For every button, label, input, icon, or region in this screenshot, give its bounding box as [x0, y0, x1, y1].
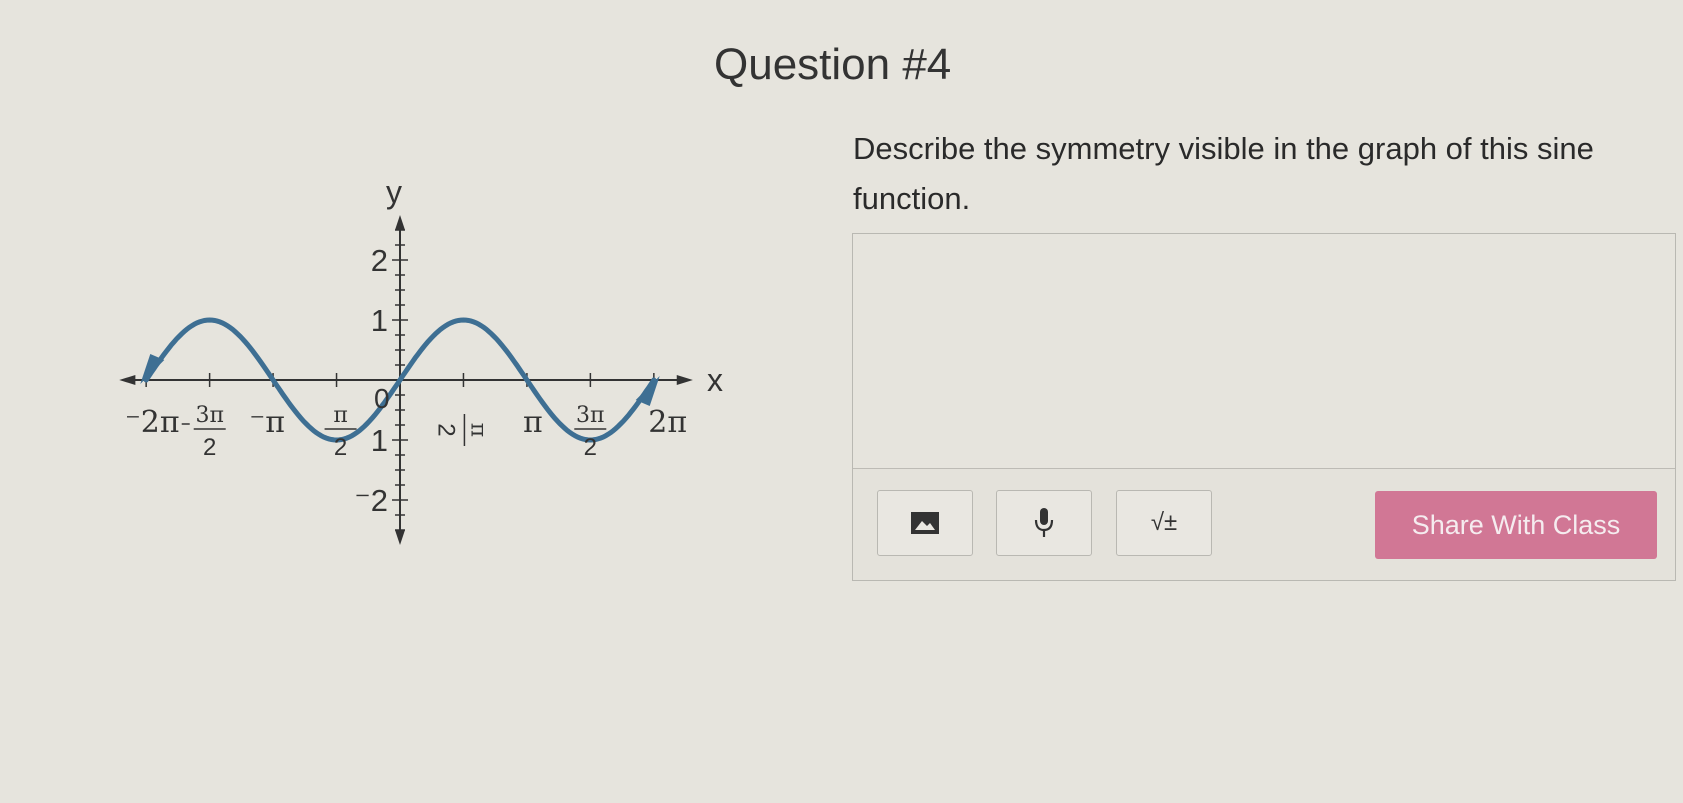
sine-graph-svg: xy211⁻20⁻2π 3π2⁻π π2π2 π 3π22π: [119, 174, 723, 545]
x-axis-right-arrow: [676, 375, 693, 385]
x-tick-label-neg-pi-2-numerator: π: [333, 403, 347, 428]
x-tick-label-neg-3pi-2-numerator: 3π: [195, 403, 223, 428]
y-axis-top-arrow: [395, 215, 405, 230]
question-prompt: Describe the symmetry visible in the gra…: [853, 131, 1594, 216]
insert-image-button[interactable]: [877, 490, 973, 556]
x-tick-label-neg-3pi-2-denominator: 2: [203, 434, 216, 461]
x-tick-label-pi-2: π2: [432, 414, 490, 446]
x-tick-label-neg-pi: ⁻π: [249, 405, 285, 440]
x-tick-label-neg-2pi: ⁻2π: [125, 405, 180, 440]
share-with-class-button[interactable]: Share With Class: [1375, 491, 1657, 559]
x-tick-label-3pi-2-denominator: 2: [584, 434, 597, 461]
microphone-icon: [1034, 508, 1054, 537]
x-tick-label-pi: π: [523, 405, 543, 440]
question-title: Question #4: [714, 40, 952, 89]
math-icon: √±: [1150, 509, 1178, 536]
math-equation-button[interactable]: √±: [1116, 490, 1212, 556]
y-tick-label: 2: [371, 243, 388, 278]
y-axis-bottom-arrow: [395, 530, 405, 545]
answer-panel: √± Share With Class: [852, 233, 1676, 581]
x-tick-label-3pi-2-numerator: 3π: [576, 403, 604, 428]
origin-label: 0: [374, 383, 390, 414]
x-tick-label-pi-2-numerator: π: [465, 423, 490, 437]
x-tick-label-3pi-2: 3π2: [574, 403, 607, 461]
y-axis-label: y: [386, 174, 402, 210]
x-tick-label-neg-3pi-2: 3π2: [193, 403, 226, 461]
answer-text-area[interactable]: [853, 234, 1675, 469]
x-axis-label: x: [707, 362, 723, 398]
x-tick-label-neg-pi-2: π2: [324, 403, 357, 461]
x-tick-label-pi-2-denominator: 2: [432, 423, 459, 436]
x-tick-label-2pi: 2π: [648, 405, 687, 440]
x-axis-left-arrow: [119, 375, 136, 385]
record-audio-button[interactable]: [996, 490, 1092, 556]
x-tick-label-neg-pi-2-denominator: 2: [334, 434, 347, 461]
y-tick-label: 1: [371, 423, 388, 458]
y-tick-label: ⁻2: [354, 483, 388, 518]
image-icon: [911, 512, 939, 534]
y-tick-label: 1: [371, 303, 388, 338]
sine-graph: x y 2 1 1 ⁻2 0 ⁻2π 3π 2 ⁻π π 2 π 2 π 3π 2 2π: [0, 140, 800, 600]
